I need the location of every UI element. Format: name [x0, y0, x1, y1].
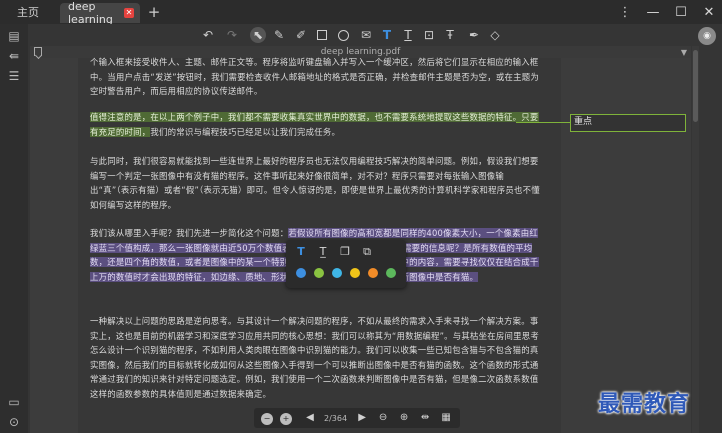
- strikethrough-icon[interactable]: Ŧ: [442, 27, 458, 43]
- scrollbar-thumb[interactable]: [693, 50, 698, 122]
- tab-document[interactable]: deep learning ✕: [60, 0, 140, 26]
- paragraph-2: 值得注意的是，在以上两个例子中，我们都不需要收集真实世界中的数据，也不需要系统地…: [90, 110, 540, 139]
- color-swatch-cyan[interactable]: [332, 268, 342, 278]
- color-swatch-green[interactable]: [314, 268, 324, 278]
- fit-zoom-in-icon[interactable]: ⊕: [396, 410, 412, 426]
- text-highlight-icon[interactable]: T: [379, 27, 395, 43]
- note-icon[interactable]: ✉: [358, 27, 374, 43]
- left-sidebar: ▤ ⇚ ☰ ▭ ⊙: [0, 24, 28, 433]
- paragraph-5: 一种解决以上问题的思路是逆向思考。与其设计一个解决问题的程序，不如从最终的需求入…: [90, 316, 540, 399]
- minimize-icon[interactable]: —: [646, 5, 660, 20]
- color-swatch-orange[interactable]: [368, 268, 378, 278]
- note-comment-box[interactable]: 重点: [570, 114, 686, 132]
- close-window-icon[interactable]: ✕: [702, 5, 716, 20]
- zoom-in-icon[interactable]: +: [280, 413, 292, 425]
- color-swatch-blue[interactable]: [296, 268, 306, 278]
- annotations-list-icon[interactable]: ☰: [7, 70, 21, 82]
- add-note-icon[interactable]: ❐: [338, 245, 352, 259]
- highlighter-icon[interactable]: ✐: [293, 27, 309, 43]
- pen-icon[interactable]: ✎: [271, 27, 287, 43]
- fit-page-icon[interactable]: ▦: [438, 410, 454, 426]
- text-underline-icon[interactable]: T̲: [316, 245, 330, 259]
- redo-icon[interactable]: ↷: [224, 27, 240, 43]
- zoom-out-icon[interactable]: −: [261, 413, 273, 425]
- user-avatar-icon[interactable]: ◉: [698, 27, 716, 45]
- paragraph-2-rest: 我们的常识与编程技巧已经足以让我们完成任务。: [150, 126, 341, 137]
- watermark: 最需教育: [598, 391, 691, 417]
- select-icon[interactable]: ⬉: [250, 27, 266, 43]
- rectangle-icon[interactable]: [317, 30, 327, 40]
- paragraph-3: 与此同时，我们很容易就能找到一些连世界上最好的程序员也无法仅用编程技巧解决的简单…: [90, 156, 540, 210]
- color-swatch-lightgreen[interactable]: [386, 268, 396, 278]
- highlight-popup: T T̲ ❐ ⧉: [286, 240, 406, 288]
- maximize-icon[interactable]: ☐: [674, 5, 688, 20]
- text-box-icon[interactable]: ⊡: [421, 27, 437, 43]
- more-menu-icon[interactable]: ⋮: [618, 5, 632, 20]
- undo-icon[interactable]: ↶: [200, 27, 216, 43]
- ellipse-icon[interactable]: [338, 30, 349, 41]
- eraser-icon[interactable]: ◇: [487, 27, 503, 43]
- page-navigation-bar: − + ◀ 2/364 ▶ ⊖ ⊕ ⇹ ▦: [254, 408, 460, 428]
- add-tab-icon[interactable]: +: [146, 3, 162, 21]
- paragraph-4-plain: 我们该从哪里入手呢？我们先进一步简化这个问题：: [90, 228, 289, 238]
- thumbnails-icon[interactable]: ▤: [7, 30, 21, 42]
- screen-icon[interactable]: ▭: [7, 396, 21, 408]
- marker-icon[interactable]: ✒: [466, 27, 482, 43]
- fit-zoom-out-icon[interactable]: ⊖: [375, 410, 391, 426]
- vertical-scrollbar[interactable]: [692, 46, 699, 433]
- previous-page-icon[interactable]: ◀: [302, 410, 318, 426]
- copy-icon[interactable]: ⧉: [360, 245, 374, 259]
- color-swatch-yellow[interactable]: [350, 268, 360, 278]
- text-highlight-icon[interactable]: T: [294, 245, 308, 259]
- text-underline-icon[interactable]: T: [400, 27, 416, 43]
- pdf-reader-window: 主页 deep learning ✕ + ⋮ — ☐ ✕ ▤ ⇚ ☰ ▭ ⊙ ↶…: [0, 0, 722, 433]
- dropdown-arrow-icon[interactable]: ▼: [681, 48, 687, 57]
- annotation-toolbar: ↶ ↷ ⬉ ✎ ✐ ✉ T T ⊡ Ŧ ✒ ◇: [30, 24, 722, 46]
- outline-icon[interactable]: ⇚: [7, 50, 21, 62]
- title-bar: 主页 deep learning ✕ + ⋮ — ☐ ✕: [0, 0, 722, 26]
- next-page-icon[interactable]: ▶: [354, 410, 370, 426]
- close-tab-icon[interactable]: ✕: [124, 8, 134, 18]
- paragraph-1: 个输入框来接受收件人、主题、邮件正文等。程序将监听键盘输入并写入一个缓冲区，然后…: [90, 57, 540, 97]
- fit-width-icon[interactable]: ⇹: [417, 410, 433, 426]
- note-connector: [516, 122, 570, 123]
- window-controls: ⋮ — ☐ ✕: [618, 0, 716, 24]
- settings-icon[interactable]: ⊙: [7, 416, 21, 428]
- tab-home[interactable]: 主页: [0, 0, 56, 24]
- page-indicator[interactable]: 2/364: [324, 414, 347, 423]
